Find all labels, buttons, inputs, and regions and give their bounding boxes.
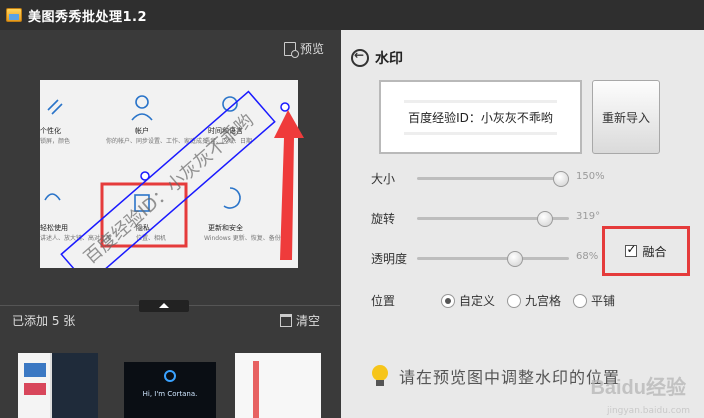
account-icon-body [131, 113, 153, 121]
thumbnail-strip: Hi, I'm Cortana. [18, 353, 338, 418]
radio-label: 平铺 [591, 294, 616, 308]
radio-label: 自定义 [459, 294, 496, 308]
watermark-preview: 百度经验ID：小灰灰不乖哟 [379, 80, 582, 154]
opacity-slider[interactable] [417, 251, 569, 267]
watermark-settings-panel: 水印 百度经验ID：小灰灰不乖哟 重新导入 大小 150% 旋转 319° 透明… [341, 30, 704, 418]
position-row: 位置 自定义 九宫格 平铺 [371, 292, 627, 309]
slider-label: 大小 [371, 171, 396, 186]
panel-title: 水印 [375, 51, 403, 67]
radio-button[interactable] [441, 293, 455, 308]
window-title: 美图秀秀批处理1.2 [28, 9, 148, 25]
radio-button[interactable] [573, 293, 588, 308]
red-arrow-annotation [274, 110, 304, 260]
thumbnail[interactable] [18, 353, 98, 418]
size-slider[interactable] [417, 171, 569, 187]
position-label: 位置 [371, 294, 396, 308]
clear-button[interactable]: 清空 [279, 312, 320, 329]
baidu-watermark: Baidu经验 [590, 377, 686, 399]
account-icon [135, 95, 149, 109]
app-icon [6, 8, 22, 22]
added-count: 已添加 5 张 [12, 314, 76, 328]
clear-label: 清空 [295, 314, 320, 328]
panel-header: 水印 [351, 48, 403, 68]
site-watermark: jingyan.baidu.com [606, 406, 690, 416]
update-icon [223, 187, 241, 209]
radio-nine-grid[interactable]: 九宫格 [507, 292, 561, 309]
watermark-text: 百度经验ID：小灰灰不乖哟 [404, 99, 557, 135]
setting-title: 帐户 [135, 126, 149, 135]
slider-knob[interactable] [536, 211, 553, 227]
setting-title: 更新和安全 [208, 223, 243, 232]
title-bar: 美图秀秀批处理1.2 [0, 0, 704, 30]
slider-label: 旋转 [371, 211, 396, 226]
fuse-label: 融合 [642, 244, 667, 259]
cortana-text: Hi, I'm Cortana. [142, 390, 198, 398]
cortana-icon [164, 370, 176, 382]
thumbnail[interactable]: Hi, I'm Cortana. [124, 362, 216, 418]
slider-knob[interactable] [506, 251, 523, 267]
setting-title: 个性化 [40, 126, 61, 135]
slider-value: 150% [576, 171, 605, 182]
ease-icon [44, 193, 61, 201]
preview-panel: 预览 个性化 锁屏，颜色 帐户 你的帐户、同步设置、工作、家庭成员 时间和语言 … [0, 30, 340, 418]
radio-button[interactable] [507, 293, 522, 308]
size-slider-row: 大小 150% [371, 168, 605, 188]
rotation-slider[interactable] [417, 211, 569, 227]
slider-value: 68% [576, 251, 599, 262]
preview-icon [283, 41, 299, 58]
radio-label: 九宫格 [525, 294, 562, 308]
lightbulb-icon [371, 365, 389, 387]
preview-canvas[interactable]: 个性化 锁屏，颜色 帐户 你的帐户、同步设置、工作、家庭成员 时间和语言 语音、… [40, 80, 298, 268]
watermark-center-handle[interactable] [140, 171, 150, 181]
watermark-overlay-text: 百度经验ID：小灰灰不乖哟 [80, 110, 258, 268]
reimport-button[interactable]: 重新导入 [592, 80, 660, 154]
setting-title: 轻松使用 [40, 223, 68, 232]
thumbnail[interactable] [235, 353, 321, 418]
rotation-slider-row: 旋转 319° [371, 208, 600, 228]
preview-label: 预览 [299, 42, 324, 56]
trash-icon [279, 314, 292, 327]
fuse-highlight: 融合 [602, 226, 690, 276]
tip-row: 请在预览图中调整水印的位置 [371, 364, 620, 388]
slider-knob[interactable] [553, 171, 569, 187]
setting-sub: 锁屏，颜色 [40, 137, 70, 145]
preview-svg: 个性化 锁屏，颜色 帐户 你的帐户、同步设置、工作、家庭成员 时间和语言 语音、… [40, 90, 290, 268]
radio-custom[interactable]: 自定义 [441, 292, 495, 309]
opacity-slider-row: 透明度 68% [371, 248, 598, 268]
back-arrow-icon[interactable] [351, 48, 369, 67]
fuse-checkbox[interactable] [625, 242, 638, 257]
tip-text: 请在预览图中调整水印的位置 [399, 368, 621, 387]
preview-button[interactable]: 预览 [283, 40, 324, 58]
radio-tile[interactable]: 平铺 [573, 292, 615, 309]
slider-label: 透明度 [371, 251, 408, 266]
personalize-icon [47, 99, 63, 115]
collapse-toggle-button[interactable] [139, 300, 189, 312]
slider-value: 319° [576, 211, 601, 222]
